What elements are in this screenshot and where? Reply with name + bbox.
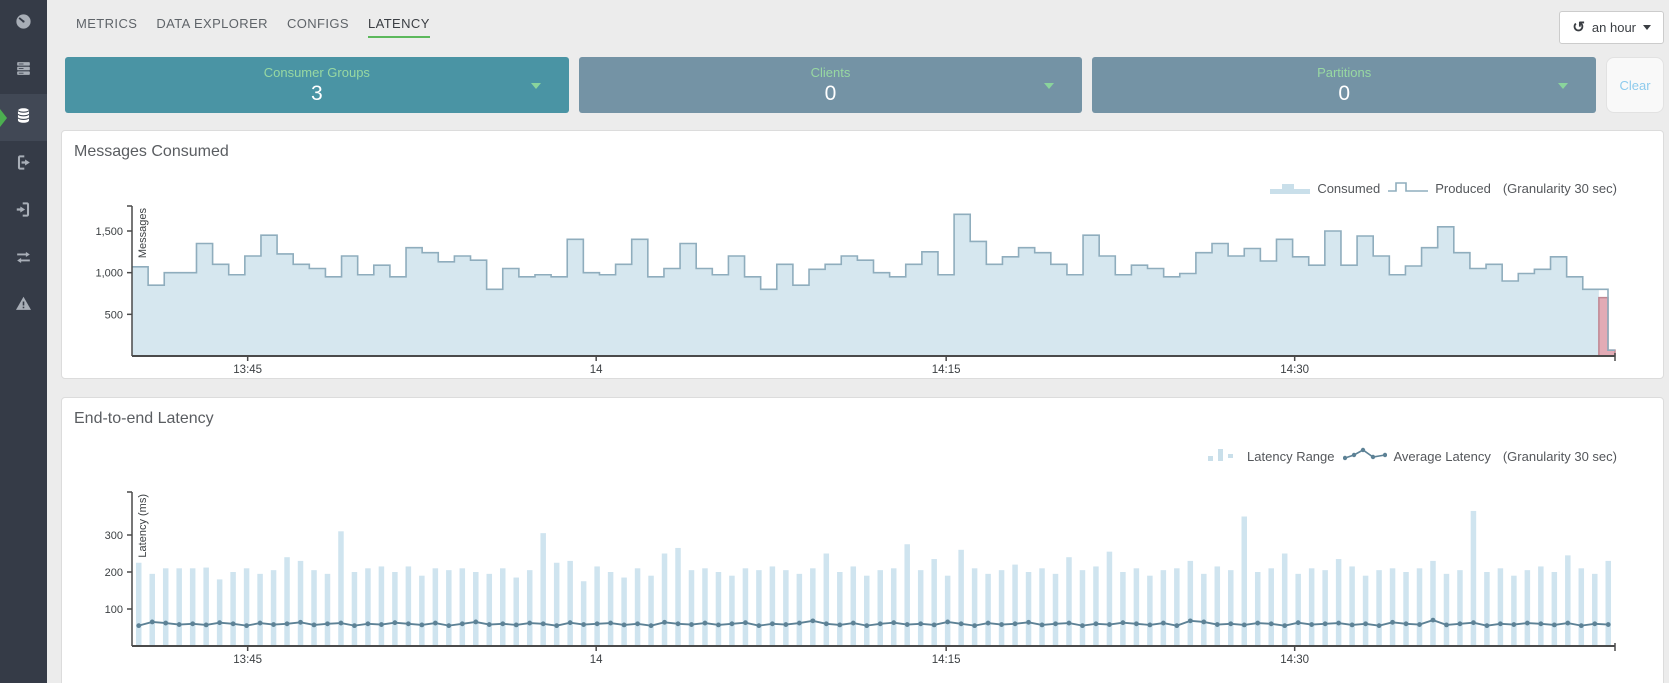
svg-text:13:45: 13:45 (233, 654, 262, 666)
chevron-down-icon (1558, 83, 1569, 89)
chevron-down-icon (1643, 25, 1651, 30)
consumed-area-icon (1270, 180, 1311, 197)
messages-legend: Consumed Produced (Granularity 30 sec) (74, 178, 1617, 198)
svg-text:14: 14 (590, 364, 603, 376)
svg-text:500: 500 (105, 309, 123, 321)
legend-label: Average Latency (1393, 448, 1491, 464)
tab-latency[interactable]: LATENCY (367, 16, 430, 38)
sidebar-item-consumers[interactable] (0, 141, 47, 188)
latency-legend: Latency Range Average Latency (Granulari… (74, 446, 1617, 466)
svg-text:100: 100 (105, 604, 123, 616)
filter-label: Consumer Groups (263, 64, 370, 80)
svg-text:14:30: 14:30 (1280, 364, 1309, 376)
legend-label: Produced (1435, 180, 1491, 196)
svg-text:14:15: 14:15 (932, 364, 961, 376)
filter-value: 3 (310, 81, 323, 105)
messages-consumed-chart: 500 1,000 1,500 13:45 14 14:15 14:30 Messages (95, 205, 1616, 376)
svg-text:13:45: 13:45 (233, 364, 262, 376)
latency-range-icon (1206, 447, 1240, 466)
svg-text:300: 300 (105, 530, 123, 542)
sidebar-item-producers[interactable] (0, 188, 47, 235)
alerts-icon (14, 294, 33, 318)
average-latency-icon-item[interactable]: Average Latency (1342, 447, 1491, 466)
history-icon: ↺ (1572, 18, 1585, 36)
gauge-icon (14, 12, 33, 36)
tab-configs[interactable]: CONFIGS (287, 16, 349, 38)
svg-text:14:30: 14:30 (1280, 654, 1309, 666)
sidebar-item-brokers[interactable] (0, 47, 47, 94)
main-content: METRICS DATA EXPLORER CONFIGS LATENCY ↺ … (47, 0, 1669, 683)
sidebar-item-topics[interactable] (0, 94, 47, 141)
legend-label: Latency Range (1247, 448, 1335, 464)
latency-panel: End-to-end Latency Latency Range Average… (61, 397, 1664, 683)
database-icon (14, 106, 33, 130)
granularity-note: (Granularity 30 sec) (1502, 180, 1617, 196)
time-range-label: an hour (1591, 20, 1636, 35)
legend-latency-range[interactable]: Latency Range (1206, 447, 1335, 466)
tab-bar: METRICS DATA EXPLORER CONFIGS LATENCY (76, 11, 430, 38)
sidebar-item-connect[interactable] (0, 235, 47, 282)
filter-bar: Consumer Groups 3 Clients 0 Partitions 0… (61, 57, 1665, 113)
sidebar-item-dashboard[interactable] (0, 0, 47, 47)
panel-title: End-to-end Latency (74, 410, 214, 427)
svg-text:1,500: 1,500 (95, 226, 123, 238)
svg-text:200: 200 (105, 567, 123, 579)
average-latency-icon (1342, 447, 1387, 466)
filter-value: 0 (1338, 81, 1351, 105)
clear-button[interactable]: Clear (1606, 57, 1665, 113)
messages-consumed-panel: Messages Consumed Consumed Produced (Gra… (61, 130, 1664, 379)
sign-in-icon (14, 200, 33, 224)
sign-out-icon (14, 153, 33, 177)
swap-icon (14, 247, 33, 271)
svg-text:Messages: Messages (137, 208, 149, 259)
legend-label: Consumed (1317, 180, 1381, 196)
panel-title: Messages Consumed (74, 143, 229, 160)
partitions-dropdown[interactable]: Partitions 0 (1092, 57, 1597, 113)
svg-text:14:15: 14:15 (932, 654, 961, 666)
produced-line-icon (1388, 180, 1429, 197)
svg-text:1,000: 1,000 (95, 268, 123, 280)
sidebar (0, 0, 47, 683)
filter-label: Partitions (1317, 64, 1372, 80)
svg-text:14: 14 (590, 654, 603, 666)
sidebar-item-alerts[interactable] (0, 282, 47, 329)
filter-label: Clients (810, 64, 851, 80)
latency-chart: 100 200 300 13:45 14 14:15 14:30 Latency (ms) (105, 491, 1616, 666)
clients-dropdown[interactable]: Clients 0 (578, 57, 1083, 113)
topbar: METRICS DATA EXPLORER CONFIGS LATENCY ↺ … (61, 0, 1664, 44)
legend-consumed[interactable]: Consumed (1270, 180, 1380, 197)
tab-metrics[interactable]: METRICS (76, 16, 137, 38)
chevron-down-icon (530, 83, 541, 89)
chevron-down-icon (1044, 83, 1055, 89)
filter-value: 0 (824, 81, 837, 105)
svg-text:Latency (ms): Latency (ms) (137, 494, 149, 558)
brokers-icon (14, 59, 33, 83)
tab-data-explorer[interactable]: DATA EXPLORER (156, 16, 268, 38)
consumer-groups-dropdown[interactable]: Consumer Groups 3 (65, 57, 569, 113)
time-range-button[interactable]: ↺ an hour (1559, 11, 1664, 44)
legend-produced[interactable]: Produced (1388, 180, 1491, 197)
granularity-note: (Granularity 30 sec) (1502, 448, 1617, 464)
